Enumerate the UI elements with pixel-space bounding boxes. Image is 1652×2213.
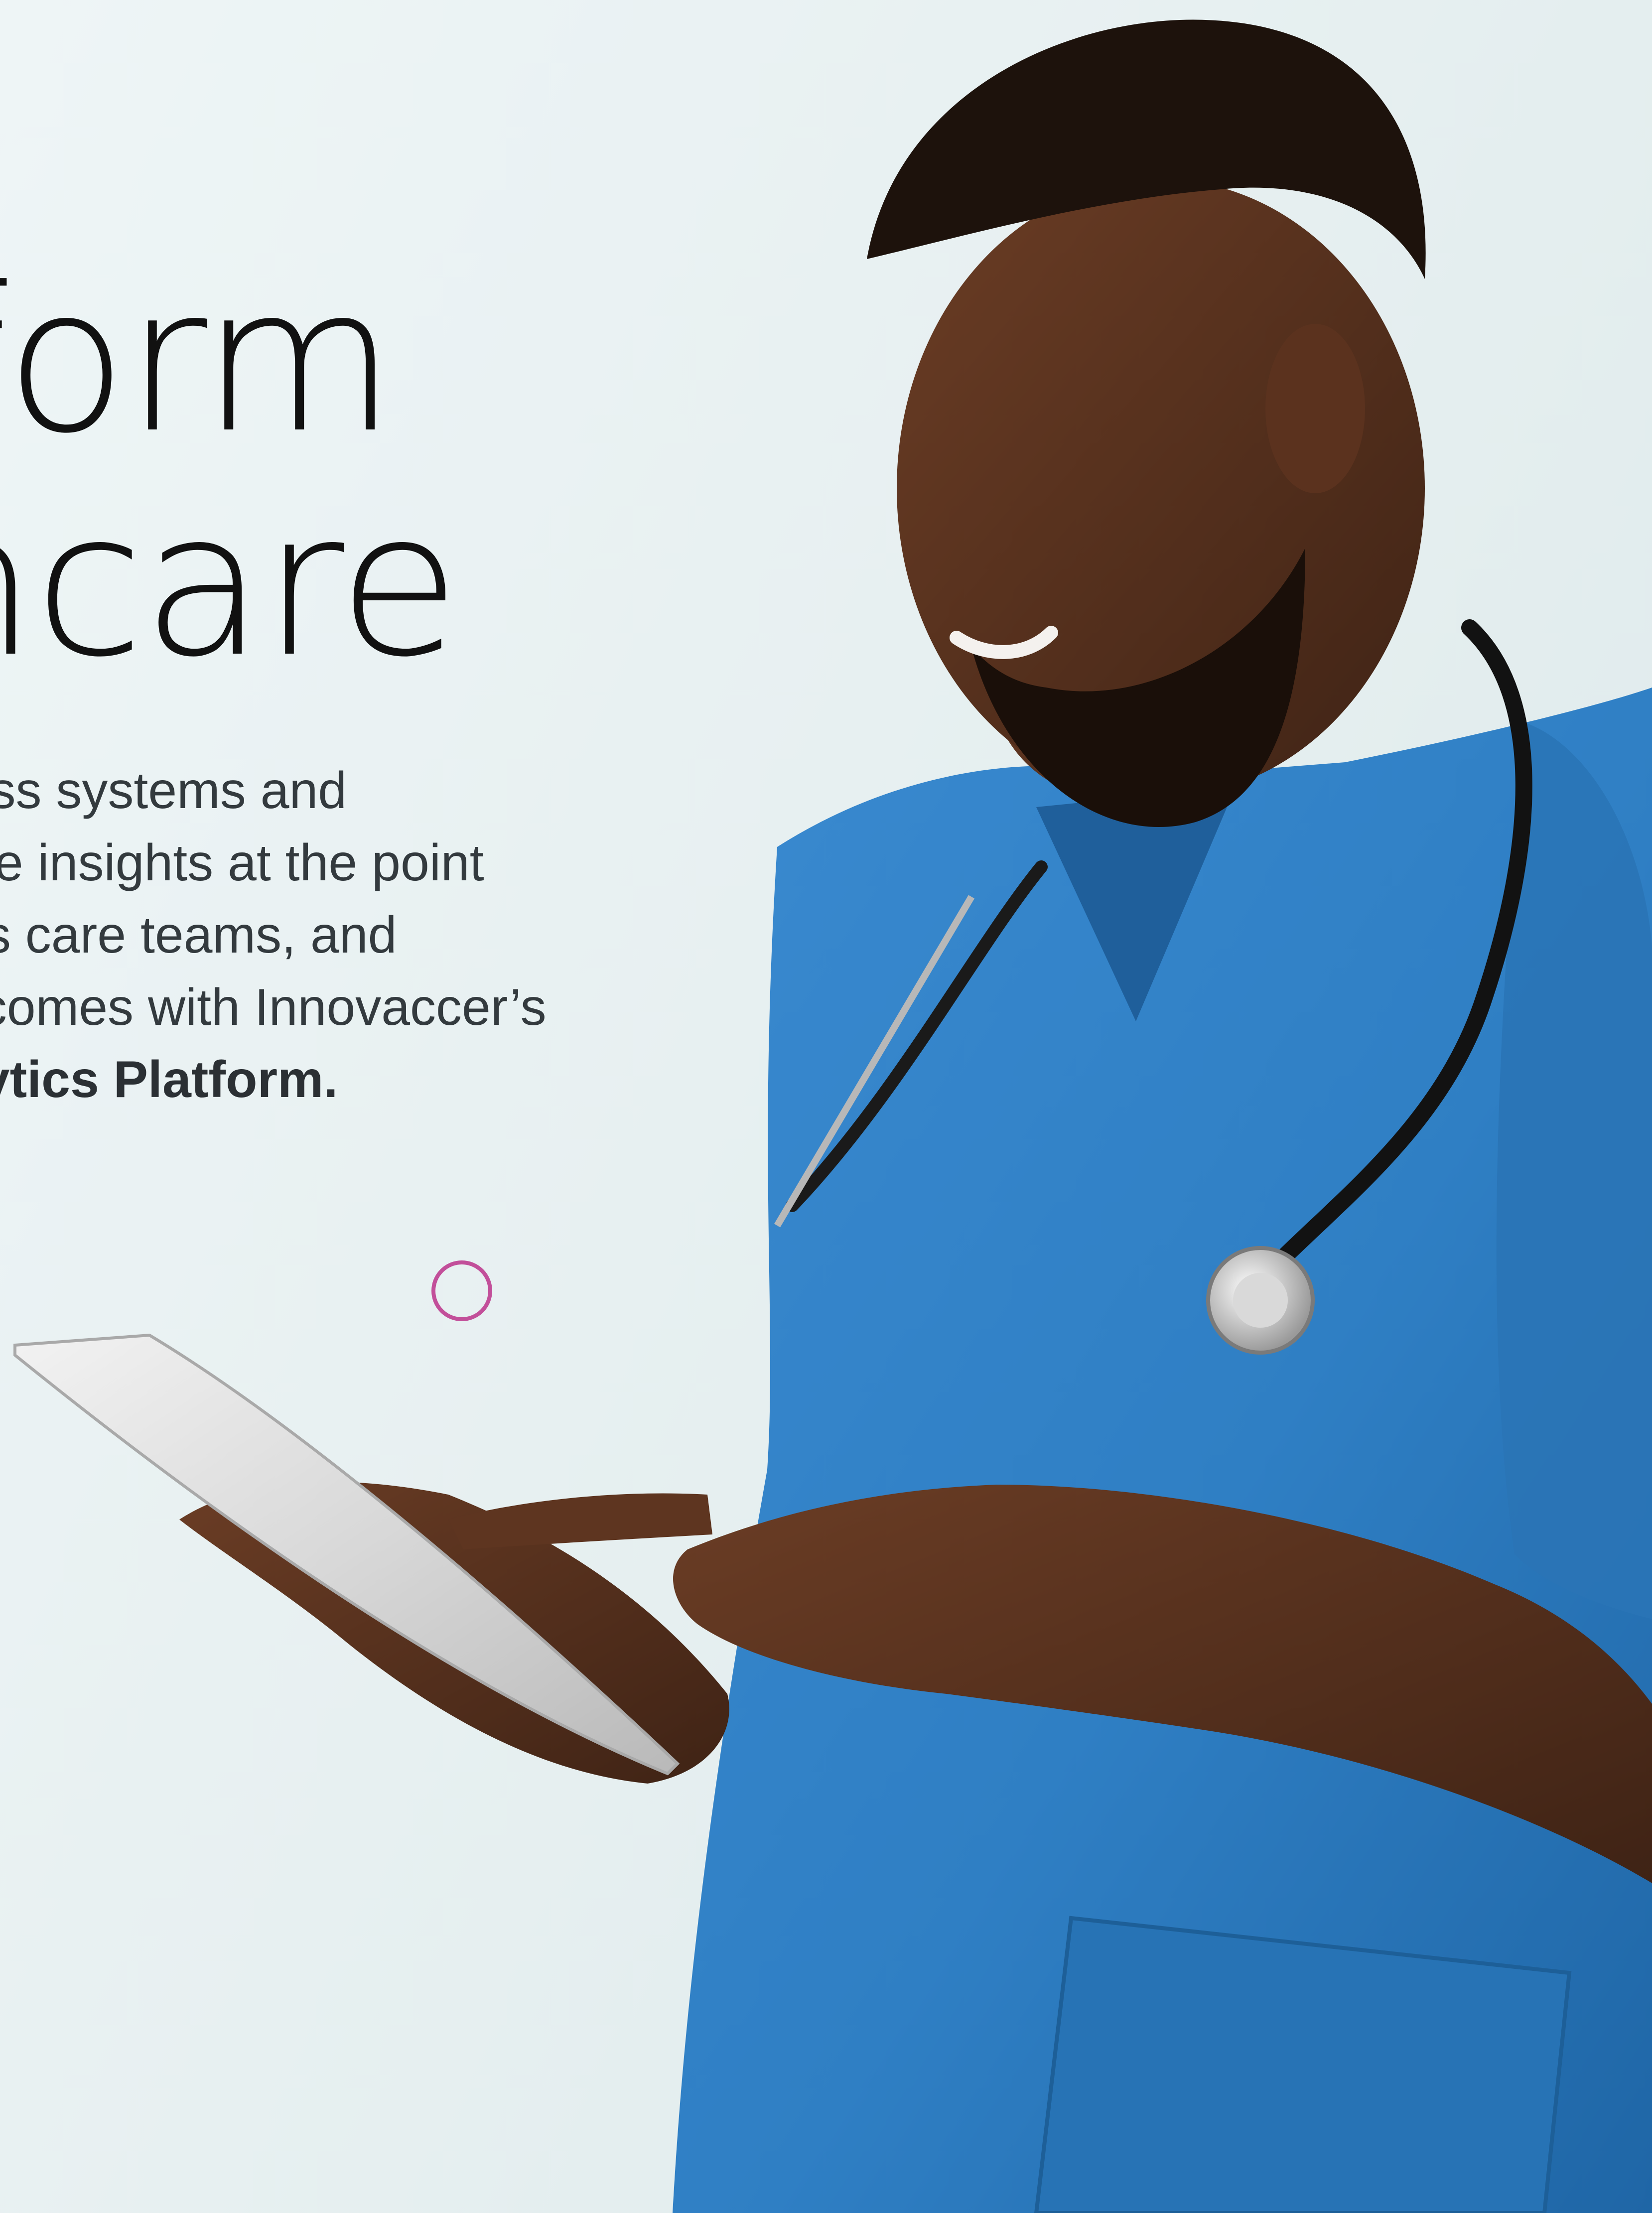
hero-section: atform lthcare cross systems and able in… [0,0,1652,2213]
ear [1265,324,1365,493]
tablet [13,1333,680,1776]
pointing-finger [448,1493,712,1549]
stethoscope-bell-inner [1233,1273,1288,1328]
scrubs-pocket [1034,1916,1572,2213]
doctor-with-tablet-photo [13,19,1652,2213]
